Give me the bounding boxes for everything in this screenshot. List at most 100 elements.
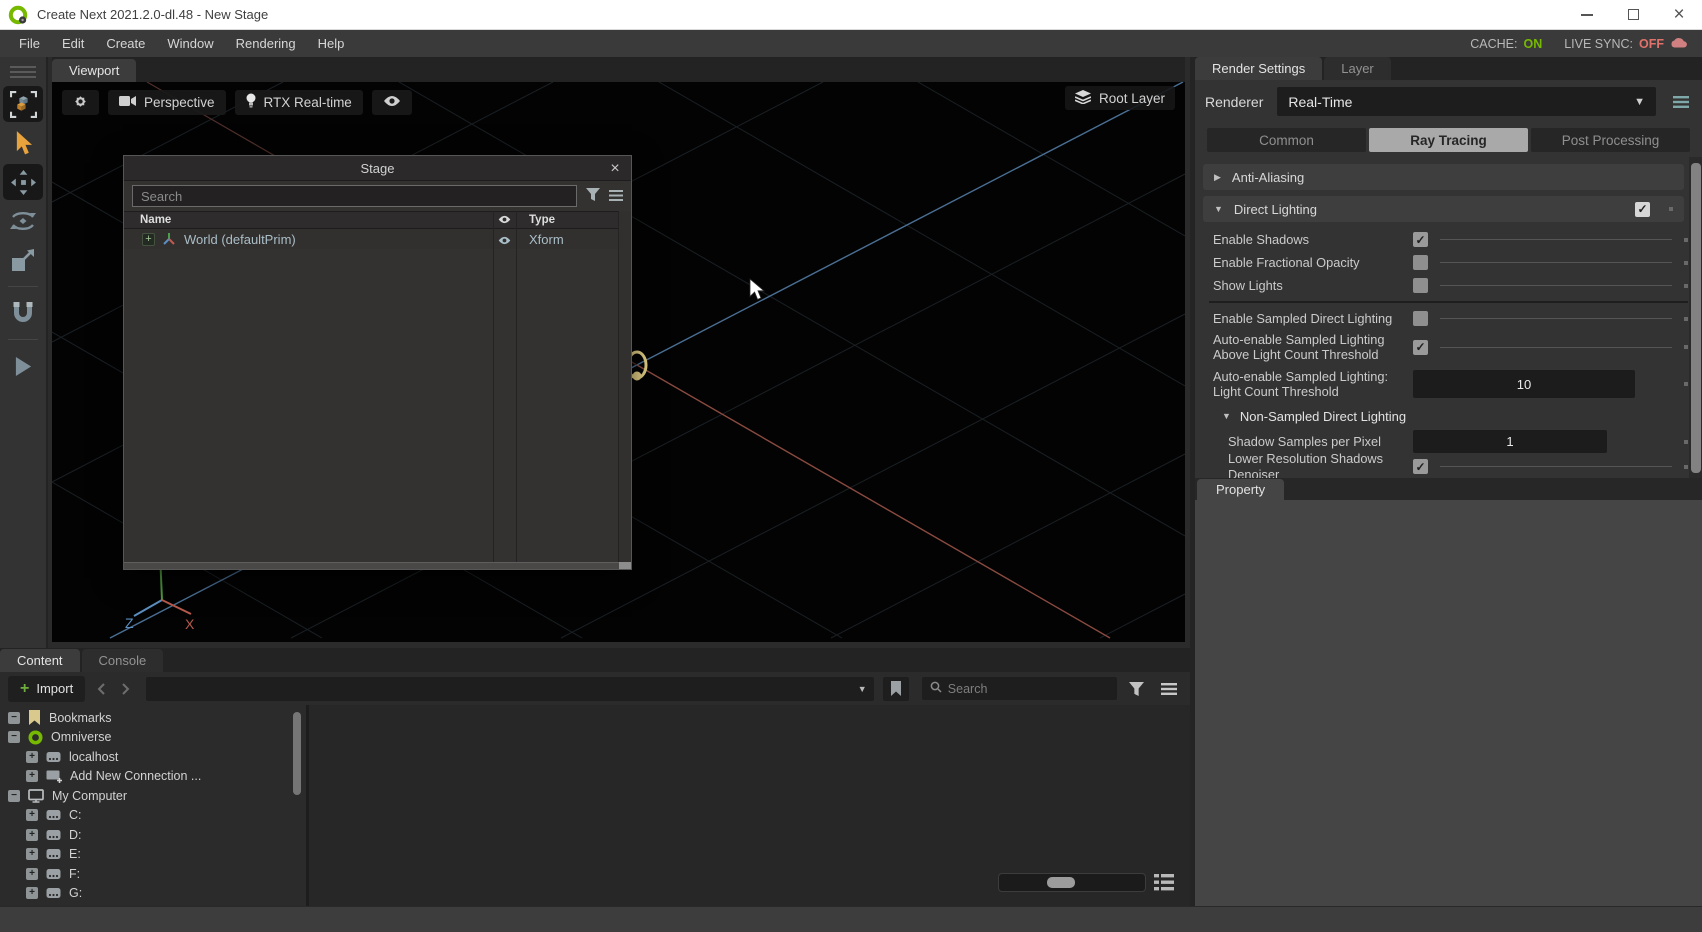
stage-scrollbar-track[interactable] (618, 211, 631, 562)
tree-item-bookmarks[interactable]: −Bookmarks (0, 708, 306, 728)
tree-item-d[interactable]: +D: (0, 825, 306, 845)
content-options-icon[interactable] (1156, 677, 1182, 701)
stage-close-button[interactable]: × (605, 156, 625, 181)
filter-icon[interactable] (586, 188, 600, 204)
value-field[interactable]: 1 (1413, 430, 1607, 453)
path-bar: ▼ (146, 677, 875, 701)
expand-icon[interactable]: + (26, 751, 38, 763)
renderer-dropdown[interactable]: Real-Time ▼ (1277, 87, 1656, 116)
rotate-tool[interactable] (3, 203, 43, 239)
menu-item-edit[interactable]: Edit (51, 30, 95, 57)
tab-render-settings[interactable]: Render Settings (1195, 57, 1322, 80)
section-anti-aliasing[interactable]: ▶ Anti-Aliasing (1203, 164, 1684, 190)
settings-scrollbar-thumb[interactable] (1691, 163, 1701, 473)
mode-tab-ray-tracing[interactable]: Ray Tracing (1369, 128, 1528, 152)
value-field[interactable]: 10 (1413, 370, 1635, 398)
root-layer-button[interactable]: Root Layer (1065, 86, 1175, 110)
scale-tool[interactable] (3, 242, 43, 278)
expand-icon[interactable]: + (26, 868, 38, 880)
content-search-input[interactable] (948, 682, 1109, 696)
bookmark-button[interactable] (883, 677, 909, 701)
menu-item-help[interactable]: Help (307, 30, 356, 57)
toolbar-grip[interactable] (10, 66, 36, 78)
tree-item-e[interactable]: +E: (0, 845, 306, 865)
tab-viewport[interactable]: Viewport (52, 59, 136, 82)
path-input[interactable] (146, 681, 851, 696)
tree-item-c[interactable]: +C: (0, 806, 306, 826)
snap-tool[interactable] (3, 295, 43, 331)
slider-thumb[interactable] (1047, 877, 1075, 888)
minimize-button[interactable] (1564, 0, 1610, 29)
expand-icon[interactable]: + (26, 809, 38, 821)
stage-titlebar[interactable]: Stage × (124, 156, 631, 181)
checkbox[interactable]: ✓ (1413, 340, 1428, 355)
checkbox[interactable]: ✓ (1413, 232, 1428, 247)
tree-scrollbar[interactable] (293, 712, 301, 795)
grid-view-icon[interactable] (1152, 872, 1176, 893)
cursor-tool[interactable] (3, 125, 43, 161)
tab-property[interactable]: Property (1197, 479, 1284, 500)
section-direct-lighting[interactable]: ▼ Direct Lighting ✓ (1203, 196, 1684, 222)
visibility-button[interactable] (372, 90, 412, 115)
stage-name-column-header[interactable]: Name (140, 214, 171, 226)
stage-type-column-header[interactable]: Type (529, 214, 555, 226)
expand-icon[interactable]: + (26, 887, 38, 899)
move-tool[interactable] (3, 164, 43, 200)
tree-item-add-new-connection[interactable]: +Add New Connection ... (0, 767, 306, 787)
maximize-button[interactable] (1610, 0, 1656, 29)
select-mode-tool[interactable] (3, 86, 43, 122)
tree-item-my-computer[interactable]: −My Computer (0, 786, 306, 806)
checkbox[interactable] (1413, 311, 1428, 326)
collapse-icon[interactable]: − (8, 731, 20, 743)
menu-item-window[interactable]: Window (156, 30, 224, 57)
expand-icon[interactable]: + (142, 233, 155, 246)
tab-content[interactable]: Content (0, 649, 80, 672)
viewport-canvas[interactable]: Perspective RTX Real-time Root Layer Z (52, 82, 1185, 642)
collapse-icon[interactable]: − (8, 712, 20, 724)
stage-prim-row[interactable]: + World (defaultPrim) Xform (124, 229, 631, 249)
stage-bottom-resize-bar[interactable] (124, 562, 631, 569)
server-icon (46, 751, 61, 763)
renderer-options-icon[interactable] (1670, 96, 1692, 108)
tab-layer[interactable]: Layer (1324, 57, 1391, 80)
play-tool[interactable] (3, 348, 43, 384)
renderer-selector-button[interactable]: RTX Real-time (235, 90, 363, 115)
menu-item-create[interactable]: Create (95, 30, 156, 57)
forward-button[interactable] (117, 677, 135, 701)
tab-console[interactable]: Console (82, 649, 164, 672)
direct-lighting-checkbox[interactable]: ✓ (1635, 202, 1650, 217)
path-dropdown-icon[interactable]: ▼ (850, 684, 874, 694)
import-button[interactable]: + Import (8, 676, 85, 702)
mode-tab-post-processing[interactable]: Post Processing (1531, 128, 1690, 152)
tree-item-g[interactable]: +G: (0, 884, 306, 904)
toolbar-separator (8, 339, 38, 340)
checkbox[interactable] (1413, 255, 1428, 270)
prim-visibility-eye-icon[interactable] (498, 233, 511, 248)
stage-search-input[interactable] (132, 185, 577, 207)
content-filter-icon[interactable] (1124, 677, 1150, 701)
checkbox[interactable]: ✓ (1413, 459, 1428, 474)
files-area[interactable] (309, 705, 1190, 906)
eye-icon (383, 95, 401, 110)
thumbnail-scale-slider[interactable] (998, 873, 1146, 892)
expand-icon[interactable]: + (26, 770, 38, 782)
close-button[interactable]: × (1656, 0, 1702, 29)
expand-icon[interactable]: + (26, 829, 38, 841)
mode-tab-common[interactable]: Common (1207, 128, 1366, 152)
stage-options-icon[interactable] (609, 189, 623, 204)
viewport-settings-button[interactable] (62, 90, 99, 115)
checkbox[interactable] (1413, 278, 1428, 293)
stage-resize-corner[interactable] (619, 562, 631, 569)
menu-item-file[interactable]: File (8, 30, 51, 57)
live-sync-status[interactable]: LIVE SYNC: OFF (1564, 36, 1688, 51)
collapse-icon[interactable]: − (8, 790, 20, 802)
menu-item-rendering[interactable]: Rendering (225, 30, 307, 57)
camera-selector-button[interactable]: Perspective (108, 90, 226, 115)
tree-item-f[interactable]: +F: (0, 864, 306, 884)
subsection-non-sampled-direct-lighting[interactable]: ▼Non-Sampled Direct Lighting (1195, 404, 1702, 428)
expand-icon[interactable]: + (26, 848, 38, 860)
tree-item-omniverse[interactable]: −Omniverse (0, 728, 306, 748)
setting-track (1440, 262, 1672, 263)
tree-item-localhost[interactable]: +localhost (0, 747, 306, 767)
back-button[interactable] (92, 677, 110, 701)
